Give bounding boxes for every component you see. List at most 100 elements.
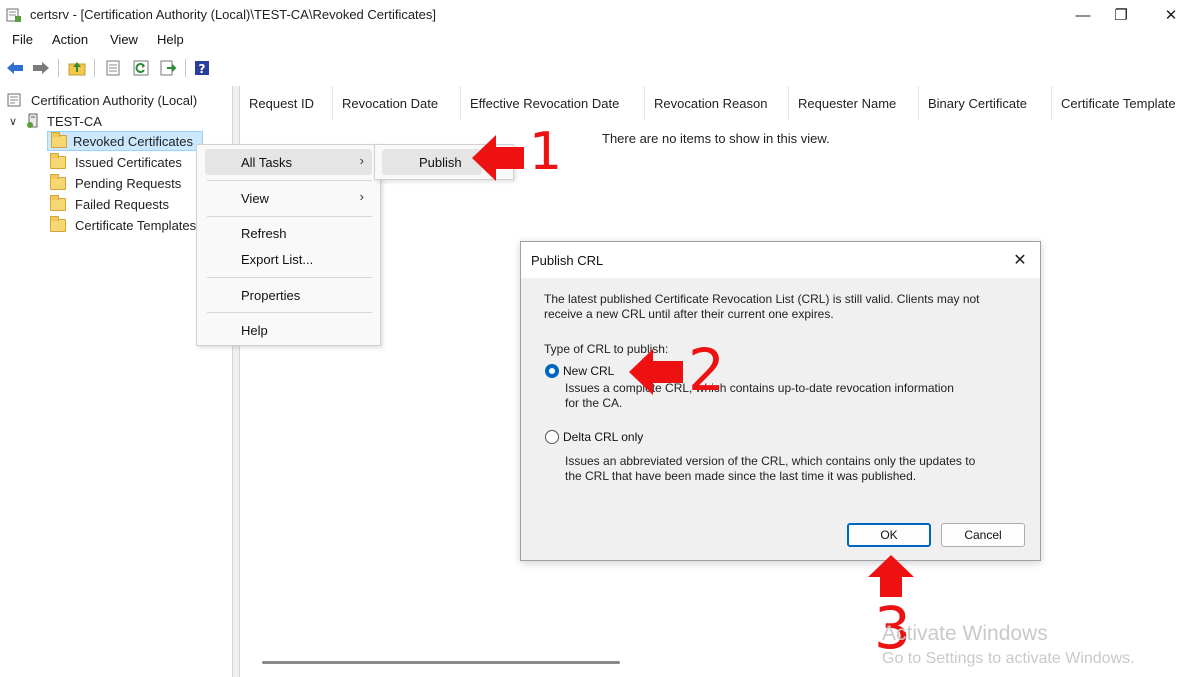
close-icon: ✕ [1164,7,1178,24]
tree-item-failed-requests[interactable]: Failed Requests [50,194,169,214]
menu-item-all-tasks[interactable]: All Tasks › [205,149,372,175]
column-header-revocation-date[interactable]: Revocation Date [333,86,461,120]
publish-crl-dialog: Publish CRL ✕ The latest published Certi… [520,241,1041,561]
close-button[interactable]: ✕ [1148,0,1194,30]
forward-arrow-icon [33,62,49,74]
menu-item-label: All Tasks [241,154,293,170]
maximize-button[interactable]: ❐ [1098,0,1144,30]
refresh-button[interactable] [131,58,151,78]
restore-icon: ❐ [1114,7,1128,24]
back-button[interactable] [5,58,25,78]
export-list-button[interactable] [158,58,178,78]
dialog-title: Publish CRL [531,253,604,268]
menu-item-label: View [241,190,269,206]
tree-item-pending-requests[interactable]: Pending Requests [50,173,181,193]
folder-icon [51,131,67,148]
tree-item-issued-certificates[interactable]: Issued Certificates [50,152,182,172]
tree-root-item[interactable]: Certification Authority (Local) [7,90,197,110]
annotation-step-2: 2 [688,336,725,404]
menu-separator [207,312,372,313]
annotation-arrow-1 [472,135,524,181]
close-icon: ✕ [1013,252,1027,269]
column-header-requester-name[interactable]: Requester Name [789,86,919,120]
column-header-revocation-reason[interactable]: Revocation Reason [645,86,789,120]
certsrv-app-icon [6,8,21,22]
menu-file[interactable]: File [12,32,33,47]
properties-icon [106,60,120,76]
back-arrow-icon [7,62,23,74]
up-one-level-button[interactable] [67,58,87,78]
dialog-message-line1: The latest published Certificate Revocat… [544,292,980,306]
tree-label: Issued Certificates [75,154,182,170]
submenu-arrow-icon: › [359,189,364,204]
annotation-step-1: 1 [529,122,563,182]
export-list-icon [160,60,176,76]
column-header-request-id[interactable]: Request ID [240,86,333,120]
menu-item-label: Help [241,322,268,338]
minimize-icon: — [1075,6,1091,24]
menu-item-label: Refresh [241,225,287,241]
new-crl-description-line1: Issues a complete CRL, which contains up… [565,381,954,395]
folder-icon [50,194,66,211]
tree-label: Certificate Templates [75,217,197,233]
menu-item-publish[interactable]: Publish [382,149,482,175]
annotation-arrow-2 [629,349,683,395]
toolbar-separator [58,59,59,77]
properties-button[interactable] [103,58,123,78]
delta-crl-radio[interactable] [545,430,559,444]
horizontal-scrollbar[interactable] [262,661,620,664]
up-folder-icon [68,62,86,76]
menu-item-label: Export List... [241,251,314,267]
menu-view[interactable]: View [110,32,138,47]
help-button[interactable]: ? [192,58,212,78]
refresh-icon [133,60,149,76]
folder-icon [50,152,66,169]
toolbar-separator [94,59,95,77]
tree-label: Failed Requests [75,196,169,212]
menu-separator [207,277,372,278]
menu-bar: File Action View Help [0,30,1200,52]
tree-root-label: Certification Authority (Local) [31,92,198,108]
menu-item-refresh[interactable]: Refresh [205,220,372,246]
activate-windows-hint: Go to Settings to activate Windows. [882,650,1135,667]
menu-item-view[interactable]: View › [205,185,372,211]
toolbar-separator [185,59,186,77]
context-menu: All Tasks › View › Refresh Export List..… [196,144,381,346]
folder-icon [50,173,66,190]
tree-label: Revoked Certificates [73,133,193,149]
menu-item-properties[interactable]: Properties [205,282,372,308]
annotation-arrow-3 [868,555,914,597]
ca-server-icon [27,113,38,128]
menu-action[interactable]: Action [52,32,88,47]
menu-item-export-list[interactable]: Export List... [205,246,372,272]
activate-windows-watermark: Activate Windows [882,622,1048,645]
new-crl-label[interactable]: New CRL [563,364,614,378]
empty-list-message: There are no items to show in this view. [602,131,830,146]
tree-item-revoked-certificates[interactable]: Revoked Certificates [47,131,203,151]
menu-separator [207,180,372,181]
menu-item-label: Publish [419,154,462,170]
menu-item-help[interactable]: Help [205,317,372,343]
column-header-binary-certificate[interactable]: Binary Certificate [919,86,1052,120]
dialog-message-line2: receive a new CRL until after their curr… [544,307,834,321]
column-header-effective-revocation-date[interactable]: Effective Revocation Date [461,86,645,120]
tree-label: Pending Requests [75,175,182,191]
delta-crl-label[interactable]: Delta CRL only [563,430,643,444]
delta-crl-description-line1: Issues an abbreviated version of the CRL… [565,454,976,468]
folder-icon [50,215,66,232]
svg-text:?: ? [199,62,206,76]
column-header-certificate-template[interactable]: Certificate Template [1052,86,1200,120]
new-crl-description-line2: for the CA. [565,396,623,410]
help-icon: ? [195,61,209,76]
new-crl-radio[interactable] [545,364,559,378]
delta-crl-description-line2: the CRL that have been made since the la… [565,469,917,483]
forward-button[interactable] [31,58,51,78]
submenu-arrow-icon: › [359,153,364,168]
menu-separator [207,216,372,217]
tree-item-test-ca[interactable]: ∨ TEST-CA [9,111,102,131]
cancel-button[interactable]: Cancel [941,523,1025,547]
chevron-down-icon[interactable]: ∨ [9,115,23,128]
ok-button[interactable]: OK [847,523,931,547]
dialog-close-button[interactable]: ✕ [1008,248,1032,272]
menu-help[interactable]: Help [157,32,184,47]
